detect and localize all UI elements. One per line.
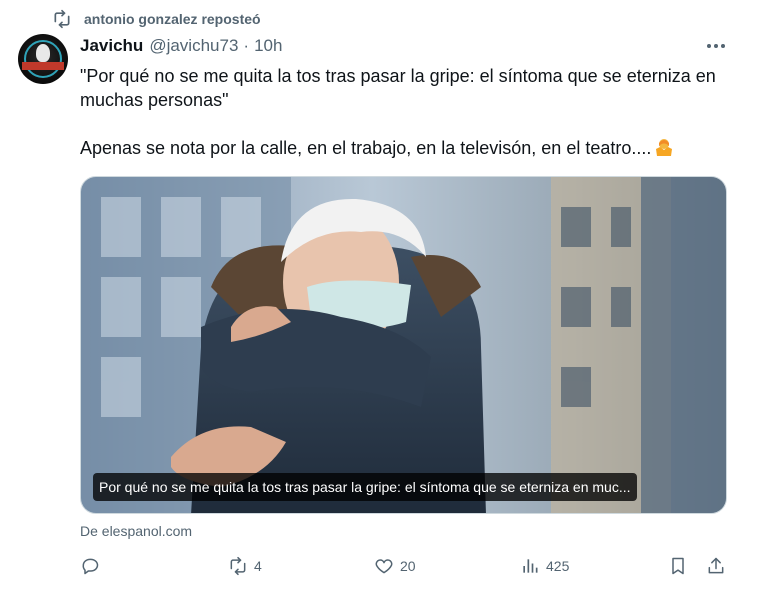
repost-text[interactable]: antonio gonzalez reposteó xyxy=(84,11,261,27)
views-icon xyxy=(523,559,538,573)
link-card-image[interactable]: Por qué no se me quita la tos tras pasar… xyxy=(80,176,727,514)
avatar[interactable] xyxy=(18,34,68,84)
woman-shrugging-emoji xyxy=(656,139,673,156)
heart-icon xyxy=(375,559,393,574)
tweet-actions: 4 20 425 xyxy=(80,556,730,584)
timestamp[interactable]: 10h xyxy=(254,36,282,56)
tweet-header: Javichu @javichu73 · 10h xyxy=(80,36,282,56)
bookmark-button[interactable] xyxy=(668,556,688,576)
author-name[interactable]: Javichu xyxy=(80,36,143,56)
link-card-caption[interactable]: Por qué no se me quita la tos tras pasar… xyxy=(93,473,637,501)
views-button[interactable]: 425 xyxy=(520,556,569,576)
views-count: 425 xyxy=(546,558,570,574)
repost-button[interactable]: 4 xyxy=(228,556,262,576)
reply-icon xyxy=(82,558,99,575)
more-options-icon[interactable] xyxy=(704,36,728,56)
repost-icon xyxy=(230,556,246,576)
repost-icon xyxy=(54,9,70,29)
tweet-text: "Por qué no se me quita la tos tras pasa… xyxy=(80,64,720,160)
author-handle[interactable]: @javichu73 xyxy=(149,36,238,56)
share-button[interactable] xyxy=(706,556,726,576)
tweet-text-line2: Apenas se nota por la calle, en el traba… xyxy=(80,138,652,158)
like-button[interactable]: 20 xyxy=(374,556,416,576)
separator: · xyxy=(243,36,250,55)
share-icon xyxy=(708,557,724,574)
tweet-text-line1: "Por qué no se me quita la tos tras pasa… xyxy=(80,66,716,110)
reply-button[interactable] xyxy=(80,556,106,576)
tweet-text-line2-wrap: Apenas se nota por la calle, en el traba… xyxy=(80,136,720,160)
like-count: 20 xyxy=(400,558,416,574)
repost-indicator: antonio gonzalez reposteó xyxy=(52,8,261,30)
repost-count: 4 xyxy=(254,558,262,574)
bookmark-icon xyxy=(672,557,684,575)
link-source[interactable]: De elespanol.com xyxy=(80,523,192,539)
article-photo xyxy=(81,177,726,513)
